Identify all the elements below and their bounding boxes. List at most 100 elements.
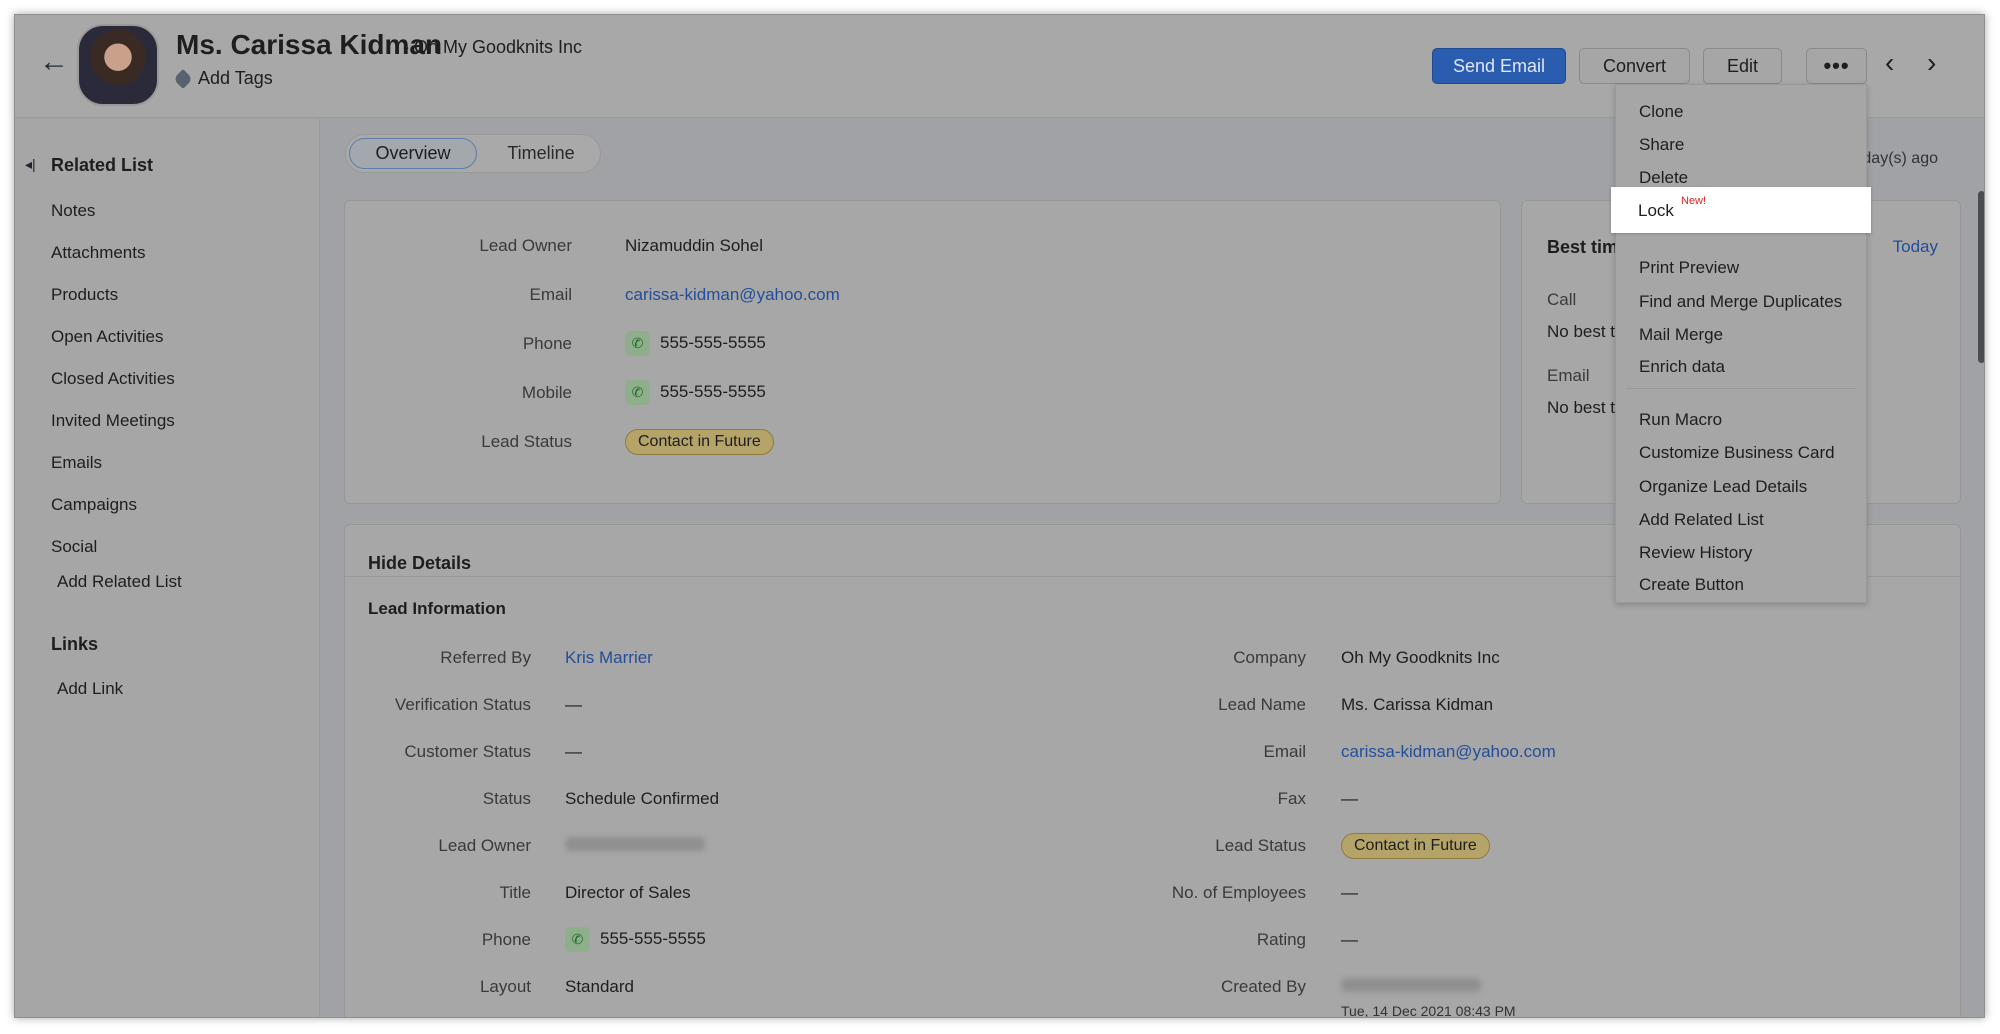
field-value: Standard	[565, 977, 634, 996]
summary-card: Lead Owner Nizamuddin Sohel Email carissa-k…	[344, 200, 1501, 504]
collapse-icon[interactable]: ◂|	[25, 156, 36, 173]
add-tags-label: Add Tags	[198, 68, 273, 88]
scrollbar[interactable]	[1978, 191, 1984, 363]
phone-icon[interactable]: ✆	[565, 927, 590, 952]
field-value-link[interactable]: Kris Marrier	[565, 648, 653, 667]
menu-item-create-button[interactable]: Create Button	[1639, 575, 1744, 595]
menu-item-share[interactable]: Share	[1639, 135, 1684, 155]
avatar[interactable]	[77, 24, 159, 106]
add-related-list-link[interactable]: Add Related List	[57, 572, 182, 592]
field-value: —	[565, 742, 582, 761]
menu-item-mail-merge[interactable]: Mail Merge	[1639, 325, 1723, 345]
summary-field: Nizamuddin Sohel	[625, 236, 763, 256]
detail-field: —	[1341, 883, 1358, 903]
detail-field: Tue, 14 Dec 2021 08:43 PM	[1341, 977, 1516, 1018]
menu-item-organize-lead-details[interactable]: Organize Lead Details	[1639, 477, 1807, 497]
today-link[interactable]: Today	[1893, 237, 1938, 257]
field-label: Lead Owner	[479, 236, 572, 255]
detail-field: Kris Marrier	[565, 648, 653, 668]
created-time: Tue, 14 Dec 2021 08:43 PM	[1341, 1003, 1516, 1018]
sidebar-item-closed-activities[interactable]: Closed Activities	[51, 369, 175, 389]
field-value-link[interactable]: carissa-kidman@yahoo.com	[625, 285, 840, 304]
more-actions-menu: Clone Share Delete Print Preview Find and Me…	[1615, 84, 1867, 603]
field-label: Rating	[1256, 930, 1306, 949]
menu-item-run-macro[interactable]: Run Macro	[1639, 410, 1722, 430]
sidebar-item-open-activities[interactable]: Open Activities	[51, 327, 163, 347]
phone-icon[interactable]: ✆	[625, 380, 650, 405]
field-label: Created By	[1220, 977, 1306, 996]
field-label: Email	[529, 285, 572, 304]
field-label: Lead Status	[1215, 836, 1306, 855]
sidebar-item-emails[interactable]: Emails	[51, 453, 102, 473]
links-title: Links	[51, 634, 99, 654]
back-arrow-icon[interactable]: ←	[39, 45, 69, 79]
next-record-icon[interactable]: ›	[1927, 47, 1936, 79]
sidebar: ◂| Related List Notes Attachments Products…	[15, 119, 320, 1017]
detail-field: Contact in Future	[1341, 833, 1490, 859]
detail-field: Oh My Goodknits Inc	[1341, 648, 1500, 668]
status-badge: Contact in Future	[625, 429, 774, 455]
sidebar-item-products[interactable]: Products	[51, 285, 118, 305]
related-list-title: Related List	[51, 155, 154, 175]
sidebar-item-campaigns[interactable]: Campaigns	[51, 495, 137, 515]
menu-item-print-preview[interactable]: Print Preview	[1639, 258, 1739, 278]
sidebar-item-invited-meetings[interactable]: Invited Meetings	[51, 411, 175, 431]
hide-details-toggle[interactable]: Hide Details	[368, 553, 471, 574]
menu-item-customize-business-card[interactable]: Customize Business Card	[1639, 443, 1835, 463]
detail-field	[565, 836, 705, 856]
more-actions-button[interactable]: •••	[1806, 48, 1867, 84]
field-value: 555-555-5555	[660, 381, 766, 401]
tab-timeline[interactable]: Timeline	[486, 138, 596, 169]
field-label: Verification Status	[394, 695, 531, 714]
field-label: Referred By	[440, 648, 531, 667]
lock-label: Lock	[1638, 201, 1674, 220]
field-label: Status	[482, 789, 531, 808]
sidebar-item-attachments[interactable]: Attachments	[51, 243, 146, 263]
field-label: No. of Employees	[1171, 883, 1306, 902]
edit-button[interactable]: Edit	[1703, 48, 1782, 84]
detail-field: —	[565, 742, 582, 762]
menu-item-add-related-list[interactable]: Add Related List	[1639, 510, 1764, 530]
menu-item-lock[interactable]: Lock New!	[1611, 187, 1871, 233]
convert-button[interactable]: Convert	[1579, 48, 1690, 84]
menu-item-review-history[interactable]: Review History	[1639, 543, 1752, 563]
field-value-link[interactable]: carissa-kidman@yahoo.com	[1341, 742, 1556, 761]
field-value: Schedule Confirmed	[565, 789, 720, 808]
field-label: Layout	[479, 977, 531, 996]
previous-record-icon[interactable]: ‹	[1885, 47, 1894, 79]
field-label: Lead Status	[481, 432, 572, 451]
view-tabs: Overview Timeline	[345, 134, 601, 173]
menu-item-clone[interactable]: Clone	[1639, 102, 1683, 122]
menu-item-delete[interactable]: Delete	[1639, 168, 1688, 188]
email-best-time: No best t	[1547, 398, 1616, 417]
field-label: Email	[1263, 742, 1306, 761]
field-label: Mobile	[521, 383, 572, 402]
summary-field: Contact in Future	[625, 429, 774, 455]
phone-icon[interactable]: ✆	[625, 331, 650, 356]
field-label: Lead Owner	[438, 836, 531, 855]
tag-icon	[173, 68, 193, 89]
tab-overview[interactable]: Overview	[349, 138, 477, 169]
summary-field: ✆ 555-555-5555	[625, 331, 766, 356]
field-value: —	[1341, 930, 1358, 949]
call-best-time: No best t	[1547, 322, 1616, 341]
menu-item-find-and-merge-duplicates[interactable]: Find and Merge Duplicates	[1639, 292, 1842, 312]
menu-item-enrich-data[interactable]: Enrich data	[1639, 357, 1725, 377]
detail-field: carissa-kidman@yahoo.com	[1341, 742, 1556, 762]
field-value: Ms. Carissa Kidman	[1341, 695, 1494, 714]
summary-field: carissa-kidman@yahoo.com	[625, 285, 840, 305]
add-tags[interactable]: Add Tags	[173, 68, 273, 89]
field-label: Customer Status	[404, 742, 531, 761]
field-label: Company	[1233, 648, 1306, 667]
sidebar-item-notes[interactable]: Notes	[51, 201, 95, 221]
field-value: Director of Sales	[565, 883, 691, 902]
redacted-value	[1341, 978, 1481, 992]
send-email-button[interactable]: Send Email	[1432, 48, 1566, 84]
field-label: Phone	[481, 930, 531, 949]
detail-field: ✆ 555-555-5555	[565, 927, 706, 952]
add-link[interactable]: Add Link	[57, 679, 123, 699]
crm-window: ← Ms. Carissa Kidman - Oh My Goodknits I…	[14, 14, 1985, 1018]
field-value: —	[1341, 789, 1358, 808]
sidebar-item-social[interactable]: Social	[51, 537, 97, 557]
detail-field: Schedule Confirmed	[565, 789, 719, 809]
